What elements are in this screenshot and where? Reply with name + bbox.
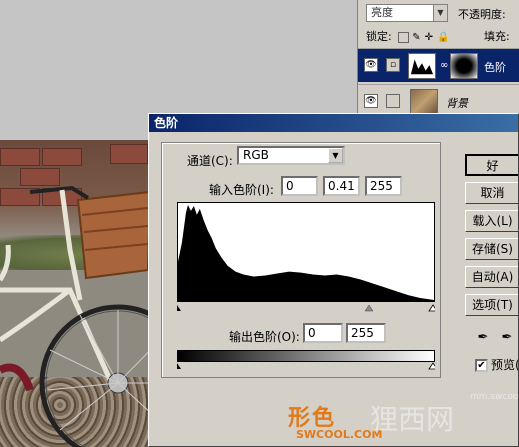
move-lock-icon[interactable]: ✛ [425, 32, 433, 43]
layer-link-icon[interactable]: ▫ [386, 58, 400, 72]
input-levels-label: 输入色阶(I): [209, 183, 274, 197]
chevron-down-icon[interactable]: ▼ [433, 5, 447, 21]
auto-button[interactable]: 自动(A) [465, 266, 518, 288]
fill-label: 填充: [484, 30, 510, 43]
ok-button[interactable]: 好 [465, 154, 518, 176]
chevron-down-icon[interactable]: ▼ [328, 148, 343, 163]
output-levels-label: 输出色阶(O): [229, 330, 300, 344]
layer-link-icon[interactable] [386, 94, 400, 108]
checkmark-icon[interactable]: ✔ [475, 359, 488, 372]
lock-all-icon[interactable]: 🔒 [437, 32, 449, 43]
input-gamma-slider[interactable] [364, 304, 374, 312]
channel-label: 通道(C): [187, 154, 233, 168]
watermark-url: mm.swcool [470, 392, 519, 402]
black-eyedropper-icon[interactable]: ✒ [475, 330, 491, 346]
layer-name: 色阶 [484, 61, 506, 74]
layer-thumbnail [410, 89, 438, 115]
gray-eyedropper-icon[interactable]: ✒ [499, 330, 515, 346]
options-button[interactable]: 选项(T) [465, 294, 518, 316]
input-white-slider[interactable] [428, 304, 435, 312]
opacity-label: 不透明度: [458, 8, 506, 21]
layer-mask-thumbnail[interactable] [450, 53, 478, 79]
preview-checkbox[interactable]: ✔ 预览( [475, 356, 519, 373]
channel-value: RGB [243, 148, 269, 162]
eye-icon[interactable]: 👁 [364, 58, 378, 72]
histogram [177, 202, 435, 302]
layers-panel: 亮度 ▼ 不透明度: 锁定: ✎ ✛ 🔒 填充: 👁 ▫ ∞ 色阶 👁 背景 [357, 0, 519, 118]
eye-icon[interactable]: 👁 [364, 94, 378, 108]
lock-label: 锁定: [366, 30, 392, 43]
chain-icon: ∞ [440, 60, 449, 71]
lock-transparency-icon[interactable] [398, 31, 410, 43]
blend-mode-value: 亮度 [371, 6, 393, 19]
save-button[interactable]: 存储(S) [465, 238, 518, 260]
lock-row: 锁定: ✎ ✛ 🔒 [366, 28, 449, 44]
input-black-field[interactable]: 0 [281, 176, 318, 196]
input-black-slider[interactable] [177, 305, 181, 311]
dialog-title: 色阶 [149, 114, 518, 132]
output-gradient [177, 350, 435, 362]
brush-lock-icon[interactable]: ✎ [412, 32, 420, 43]
load-button[interactable]: 载入(L) [465, 210, 518, 232]
layer-name: 背景 [446, 97, 468, 110]
watermark-cn-text: 狸西网 [370, 403, 455, 436]
output-white-slider[interactable] [428, 362, 435, 370]
blend-mode-select[interactable]: 亮度 ▼ [366, 4, 448, 22]
output-black-slider[interactable] [177, 363, 181, 369]
layer-row-levels[interactable]: 👁 ▫ ∞ 色阶 [358, 48, 519, 82]
input-gamma-field[interactable]: 0.41 [323, 176, 360, 196]
output-white-field[interactable]: 255 [346, 323, 386, 343]
input-white-field[interactable]: 255 [365, 176, 402, 196]
channel-select[interactable]: RGB ▼ [237, 146, 345, 165]
levels-adjustment-icon [408, 53, 436, 79]
preview-label: 预览( [491, 358, 519, 372]
output-slider-track[interactable] [177, 362, 435, 370]
levels-dialog: 色阶 通道(C): RGB ▼ 输入色阶(I): 0 0.41 255 输出色阶… [148, 113, 519, 447]
cancel-button[interactable]: 取消 [465, 182, 518, 204]
input-slider-track[interactable] [177, 304, 435, 312]
output-black-field[interactable]: 0 [303, 323, 343, 343]
